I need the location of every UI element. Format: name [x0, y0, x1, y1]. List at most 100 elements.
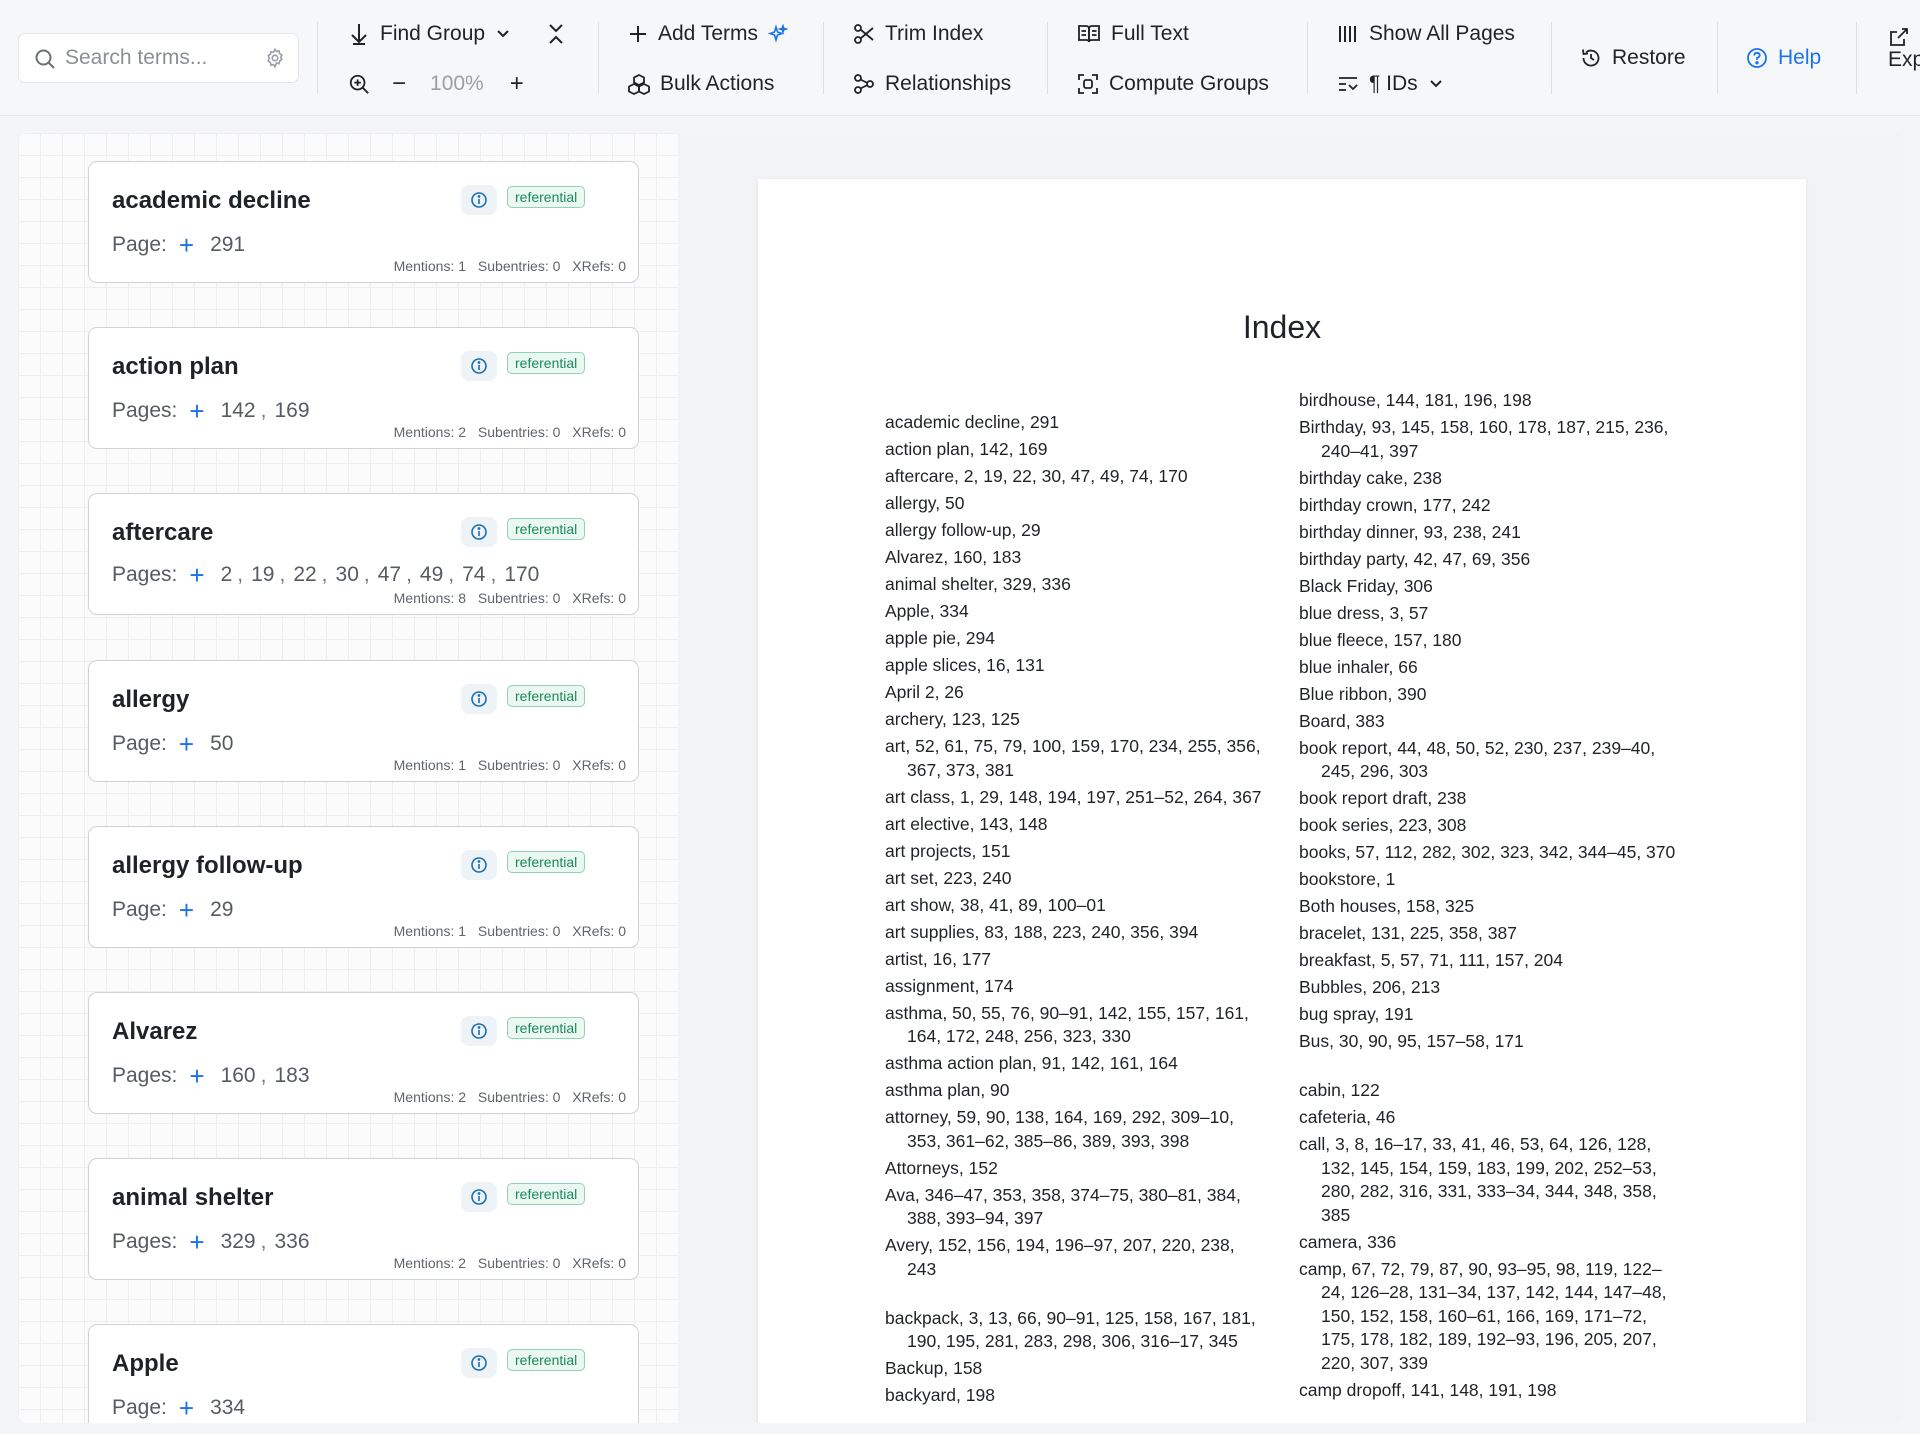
- page-number[interactable]: 170: [504, 563, 539, 587]
- network-icon: [854, 74, 874, 94]
- page-list: Page: + 50: [112, 731, 233, 757]
- page-number[interactable]: 169: [274, 399, 309, 423]
- toolbar-divider: [1551, 22, 1552, 94]
- index-entry: cabin, 122: [1299, 1080, 1380, 1100]
- find-group-button[interactable]: Find Group: [348, 14, 511, 54]
- xrefs-count: XRefs: 0: [572, 590, 626, 606]
- index-entry: blue fleece, 157, 180: [1299, 629, 1462, 650]
- index-entry: academic decline, 291: [885, 412, 1060, 432]
- add-page-button[interactable]: +: [179, 232, 194, 258]
- term-card[interactable]: allergy referential Page: + 50 Mentions:…: [88, 660, 639, 782]
- term-card[interactable]: Apple referential Page: + 334: [88, 1324, 639, 1423]
- index-entry: art supplies, 83, 188, 223, 240, 356, 39…: [885, 921, 1199, 942]
- page-label: Pages:: [112, 399, 178, 422]
- help-icon: [1747, 48, 1767, 68]
- toolbar-divider: [1307, 22, 1308, 94]
- compute-groups-button[interactable]: Compute Groups: [1077, 64, 1269, 104]
- info-button[interactable]: [461, 351, 497, 381]
- add-page-button[interactable]: +: [179, 731, 194, 757]
- subentries-count: Subentries: 0: [477, 590, 561, 606]
- mentions-count: Mentions: 1: [393, 258, 467, 274]
- index-entry: camp, 67, 72, 79, 87, 90, 93–95, 98, 119…: [1299, 1258, 1667, 1373]
- info-button[interactable]: [461, 517, 497, 547]
- page-list: Pages: + 329, 336: [112, 1227, 310, 1257]
- index-entry: Ava, 346–47, 353, 358, 374–75, 380–81, 3…: [885, 1184, 1241, 1229]
- info-button[interactable]: [461, 1182, 497, 1212]
- chevron-down-icon: [497, 30, 509, 38]
- page-number[interactable]: 160: [221, 1064, 256, 1088]
- info-icon: [471, 192, 487, 208]
- export-icon: [1890, 28, 1908, 46]
- index-entry: call, 3, 8, 16–17, 33, 41, 46, 53, 64, 1…: [1299, 1134, 1657, 1225]
- relationships-button[interactable]: Relationships: [853, 64, 1011, 104]
- index-entry: blue dress, 3, 57: [1299, 602, 1429, 623]
- info-button[interactable]: [461, 684, 497, 714]
- page-number[interactable]: 22: [293, 563, 316, 587]
- add-page-button[interactable]: +: [189, 398, 204, 424]
- page-number[interactable]: 19: [251, 563, 274, 587]
- term-card[interactable]: Alvarez referential Pages: + 160, 183 Me…: [88, 992, 639, 1114]
- search-box[interactable]: [18, 33, 299, 83]
- type-badge: referential: [507, 518, 586, 540]
- page-number[interactable]: 336: [274, 1230, 309, 1254]
- info-icon: [471, 857, 487, 873]
- page-number[interactable]: 183: [274, 1064, 309, 1088]
- cubes-icon: [628, 73, 650, 95]
- page-number[interactable]: 334: [210, 1396, 245, 1420]
- index-entry: art show, 38, 41, 89, 100–01: [885, 894, 1106, 915]
- bulk-actions-button[interactable]: Bulk Actions: [628, 64, 774, 104]
- page-number[interactable]: 50: [210, 732, 233, 756]
- toolbar-divider: [317, 22, 318, 94]
- gear-icon[interactable]: [264, 47, 286, 69]
- info-button[interactable]: [461, 850, 497, 880]
- plus-icon: [630, 26, 646, 42]
- add-page-button[interactable]: +: [189, 1229, 204, 1255]
- page-label: Pages:: [112, 1064, 178, 1087]
- search-input[interactable]: [65, 34, 255, 82]
- page-number[interactable]: 2: [221, 563, 233, 587]
- show-all-pages-button[interactable]: Show All Pages: [1337, 14, 1515, 54]
- page-list: Pages: + 142, 169: [112, 396, 310, 426]
- page-number[interactable]: 329: [221, 1230, 256, 1254]
- term-card[interactable]: action plan referential Pages: + 142, 16…: [88, 327, 639, 449]
- restore-button[interactable]: Restore: [1580, 38, 1686, 78]
- ids-dropdown[interactable]: ¶ IDs: [1337, 64, 1444, 104]
- page-number[interactable]: 74: [462, 563, 485, 587]
- page-number[interactable]: 30: [336, 563, 359, 587]
- term-stats: Mentions: 8 Subentries: 0 XRefs: 0: [386, 590, 626, 606]
- collapse-button[interactable]: [546, 14, 566, 54]
- info-button[interactable]: [461, 1016, 497, 1046]
- term-card[interactable]: aftercare referential Pages: + 2, 19, 22…: [88, 493, 639, 615]
- full-text-button[interactable]: Full Text: [1077, 14, 1189, 54]
- zoom-in-button[interactable]: +: [510, 70, 524, 98]
- page-number[interactable]: 142: [221, 399, 256, 423]
- term-card[interactable]: academic decline referential Page: + 291…: [88, 161, 639, 283]
- info-button[interactable]: [461, 1348, 497, 1378]
- help-button[interactable]: Help: [1746, 38, 1821, 78]
- trim-index-button[interactable]: Trim Index: [853, 14, 983, 54]
- add-page-button[interactable]: +: [189, 1063, 204, 1089]
- add-page-button[interactable]: +: [179, 897, 194, 923]
- page-number[interactable]: 47: [378, 563, 401, 587]
- page-number[interactable]: 29: [210, 898, 233, 922]
- add-terms-button[interactable]: Add Terms: [628, 14, 788, 54]
- info-button[interactable]: [461, 185, 497, 215]
- index-entry: Blue ribbon, 390: [1299, 683, 1427, 704]
- page-number[interactable]: 291: [210, 233, 245, 257]
- xrefs-count: XRefs: 0: [572, 1255, 626, 1271]
- export-button[interactable]: Exp: [1888, 26, 1920, 86]
- zoom-in-icon[interactable]: [348, 73, 370, 95]
- index-entry: bug spray, 191: [1299, 1004, 1414, 1024]
- info-icon: [471, 358, 487, 374]
- term-stats: Mentions: 2 Subentries: 0 XRefs: 0: [386, 424, 626, 440]
- type-badge: referential: [507, 352, 586, 374]
- term-card[interactable]: allergy follow-up referential Page: + 29…: [88, 826, 639, 948]
- term-card[interactable]: animal shelter referential Pages: + 329,…: [88, 1158, 639, 1280]
- index-entry: bracelet, 131, 225, 358, 387: [1299, 923, 1517, 943]
- index-entry: camp dropoff, 141, 148, 191, 198: [1299, 1379, 1557, 1400]
- page-number[interactable]: 49: [420, 563, 443, 587]
- zoom-out-button[interactable]: −: [392, 70, 406, 98]
- page-list: Page: + 334: [112, 1395, 245, 1421]
- add-page-button[interactable]: +: [179, 1395, 194, 1421]
- add-page-button[interactable]: +: [189, 562, 204, 588]
